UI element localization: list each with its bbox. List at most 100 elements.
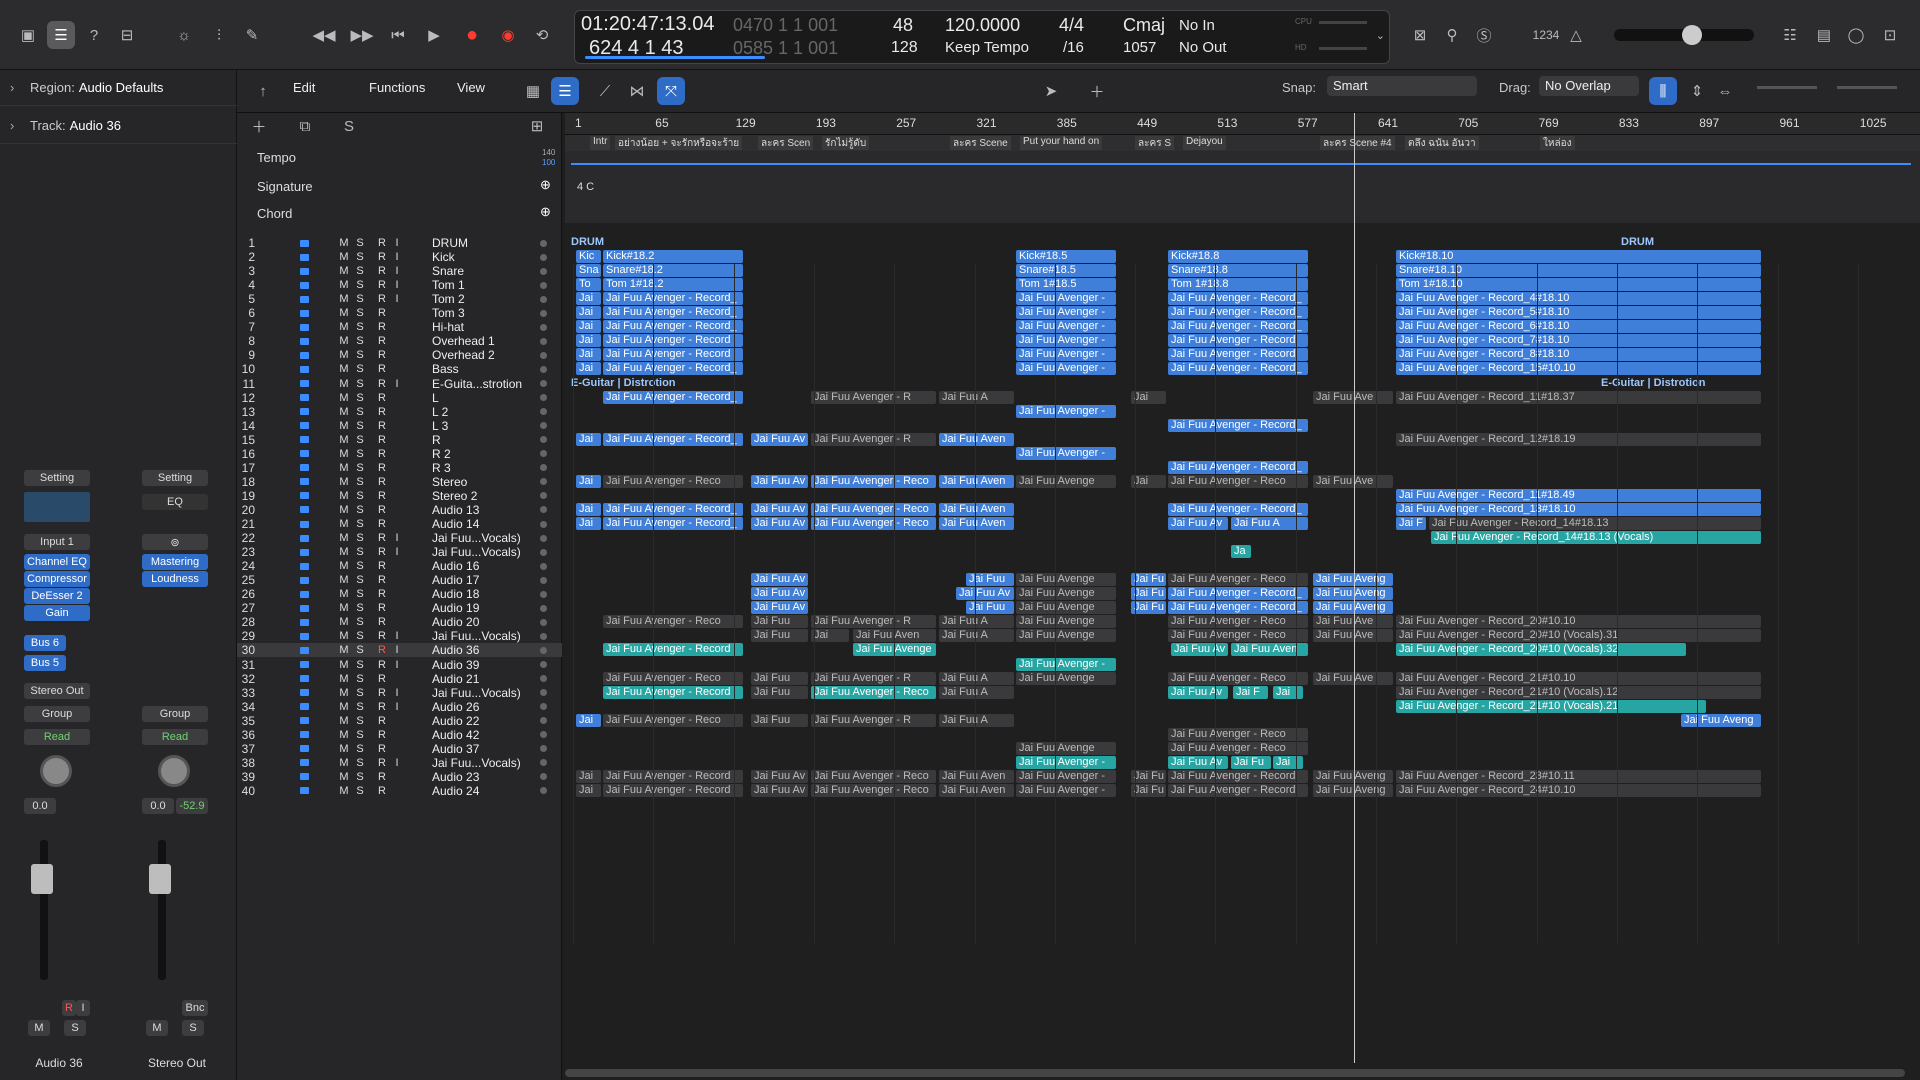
- track-row[interactable]: 22 M S R I Jai Fuu...Vocals): [237, 531, 562, 545]
- audio-region[interactable]: Jai Fuu Avenger - Reco: [1168, 573, 1308, 587]
- audio-region[interactable]: Jai Fuu Avenger - Record_11#18.49: [1396, 488, 1761, 502]
- track-row[interactable]: 14 M S R L 3: [237, 419, 562, 433]
- audio-region[interactable]: Kick#18.2: [603, 250, 743, 264]
- audio-region[interactable]: Jai Fuu Avenger - Record_: [1168, 292, 1308, 306]
- input-monitor-button[interactable]: [391, 588, 403, 600]
- solo-button[interactable]: S: [354, 349, 366, 361]
- audio-region[interactable]: Jai Fuu Avenger - Reco: [1168, 727, 1308, 741]
- back-icon[interactable]: ↑: [249, 77, 277, 105]
- mute-button[interactable]: M: [338, 265, 350, 277]
- record-enable-button[interactable]: R: [376, 490, 388, 502]
- audio-region[interactable]: Kick#18.5: [1016, 250, 1116, 264]
- record-enable-button[interactable]: R: [376, 335, 388, 347]
- mute-button[interactable]: M: [338, 406, 350, 418]
- record-enable-button[interactable]: R: [376, 532, 388, 544]
- track-name[interactable]: Audio 22: [432, 714, 479, 728]
- audio-region[interactable]: Kic: [576, 250, 601, 264]
- audio-region[interactable]: Jai: [811, 629, 849, 643]
- track-name[interactable]: Audio 18: [432, 587, 479, 601]
- eq-thumbnail[interactable]: [24, 492, 90, 522]
- mute-button[interactable]: M: [338, 392, 350, 404]
- audio-region[interactable]: Jai Fuu Av: [1168, 685, 1228, 699]
- audio-region[interactable]: Jai Fuu Avenger - R: [811, 390, 936, 404]
- play-icon[interactable]: ▶: [420, 21, 448, 49]
- audio-region[interactable]: Jai Fuu Aven: [939, 474, 1014, 488]
- audio-region[interactable]: Jai Fuu Avenger - Record_6#18.10: [1396, 320, 1761, 334]
- input-monitor-button[interactable]: I: [391, 279, 403, 291]
- input-monitor-button[interactable]: I: [391, 293, 403, 305]
- track-name[interactable]: L 2: [432, 405, 448, 419]
- mute-button[interactable]: M: [338, 729, 350, 741]
- audio-region[interactable]: Jai: [576, 432, 601, 446]
- audio-region[interactable]: Jai Fuu Avenger -: [1016, 783, 1116, 797]
- functions-menu[interactable]: Functions: [369, 80, 425, 95]
- record-enable-button[interactable]: R: [376, 462, 388, 474]
- replace-record-icon[interactable]: ◉: [494, 21, 522, 49]
- audio-region[interactable]: Jai Fuu Avenger - Reco: [811, 685, 936, 699]
- audio-region[interactable]: Jai Fuu Avenger - Record_13#18.10: [1396, 502, 1761, 516]
- marker[interactable]: Intr: [590, 136, 611, 150]
- audio-region[interactable]: Jai Fuu A: [939, 615, 1014, 629]
- loop-browser-icon[interactable]: ◯: [1842, 21, 1870, 49]
- track-row[interactable]: 35 M S R Audio 22: [237, 714, 562, 728]
- record-enable-button[interactable]: R: [376, 251, 388, 263]
- audio-region[interactable]: Jai Fuu Ave: [1313, 474, 1393, 488]
- audio-region[interactable]: Jai Fuu Avenger - Record_23#10.11: [1396, 769, 1761, 783]
- mute-button[interactable]: M: [338, 293, 350, 305]
- track-name[interactable]: Audio 16: [432, 559, 479, 573]
- audio-region[interactable]: Jai Fuu Avenger - Record_5#18.10: [1396, 306, 1761, 320]
- global-tracks-icon[interactable]: ⊞: [525, 116, 549, 136]
- solo-button[interactable]: S: [354, 532, 366, 544]
- track-row[interactable]: 24 M S R Audio 16: [237, 559, 562, 573]
- output-slot[interactable]: Stereo Out: [24, 683, 90, 699]
- solo-button[interactable]: S: [354, 574, 366, 586]
- audio-region[interactable]: Jai Fuu: [751, 615, 808, 629]
- record-enable-button[interactable]: R: [376, 237, 388, 249]
- track-row[interactable]: 21 M S R Audio 14: [237, 517, 562, 531]
- audio-region[interactable]: Jai Fuu Ave: [1313, 615, 1393, 629]
- track-name[interactable]: Jai Fuu...Vocals): [432, 756, 521, 770]
- mute-button[interactable]: M: [338, 673, 350, 685]
- list-icon[interactable]: ☷: [1776, 21, 1804, 49]
- marker[interactable]: รักไม่รู้ดับ: [822, 136, 870, 150]
- track-row[interactable]: 34 M S R I Audio 26: [237, 700, 562, 714]
- solo-button[interactable]: S: [354, 378, 366, 390]
- audio-region[interactable]: Jai Fuu Avenger - Record_12#18.19: [1396, 432, 1761, 446]
- audio-region[interactable]: Jai Fuu Avenger - Record_20#10.10: [1396, 615, 1761, 629]
- track-row[interactable]: 8 M S R Overhead 1: [237, 334, 562, 348]
- audio-region[interactable]: Jai Fuu Avenger - Reco: [811, 783, 936, 797]
- mute-button[interactable]: M: [338, 616, 350, 628]
- send-bus6[interactable]: Bus 6: [24, 635, 66, 651]
- record-enable-button[interactable]: R: [376, 560, 388, 572]
- mute-button[interactable]: M: [338, 490, 350, 502]
- track-name[interactable]: Audio 24: [432, 784, 479, 798]
- solo-button[interactable]: S: [354, 265, 366, 277]
- duplicate-track-icon[interactable]: ⧉: [293, 116, 317, 136]
- record-enable-button[interactable]: R: [376, 307, 388, 319]
- track-row[interactable]: 6 M S R Tom 3: [237, 306, 562, 320]
- secondary-tool-icon[interactable]: ＋: [1083, 77, 1111, 105]
- library-icon[interactable]: ▣: [14, 21, 42, 49]
- audio-region[interactable]: Jai Fuu Avenge: [1016, 615, 1116, 629]
- input-monitor-button[interactable]: I: [391, 532, 403, 544]
- list-editors-icon[interactable]: ⊠: [1406, 21, 1434, 49]
- grid-view-icon[interactable]: ▦: [519, 77, 547, 105]
- audio-region[interactable]: Jai: [576, 362, 601, 376]
- setting-button[interactable]: Setting: [142, 470, 208, 486]
- audio-region[interactable]: Jai Fuu Av: [751, 573, 808, 587]
- audio-region[interactable]: Jai Fuu Avenger - Record: [1168, 783, 1308, 797]
- audio-region[interactable]: Jai Fuu Avenger - Record_21#10 (Vocals).…: [1396, 685, 1761, 699]
- audio-region[interactable]: Jai Fuu Avenger - Reco: [1168, 671, 1308, 685]
- audio-region[interactable]: Jai Fuu Av: [1168, 755, 1228, 769]
- record-enable-button[interactable]: R: [376, 293, 388, 305]
- mute-button[interactable]: M: [338, 757, 350, 769]
- input-monitor-button[interactable]: [391, 448, 403, 460]
- track-row[interactable]: 10 M S R Bass: [237, 362, 562, 376]
- audio-region[interactable]: Jai Fuu Avenger - Record_: [1168, 306, 1308, 320]
- track-name[interactable]: Audio 17: [432, 573, 479, 587]
- audio-region[interactable]: Jai Fuu Avenger - Record_4#18.10: [1396, 292, 1761, 306]
- track-name[interactable]: Jai Fuu...Vocals): [432, 545, 521, 559]
- track-row[interactable]: 38 M S R I Jai Fuu...Vocals): [237, 756, 562, 770]
- solo-button[interactable]: S: [354, 785, 366, 797]
- fader-handle[interactable]: [149, 864, 171, 894]
